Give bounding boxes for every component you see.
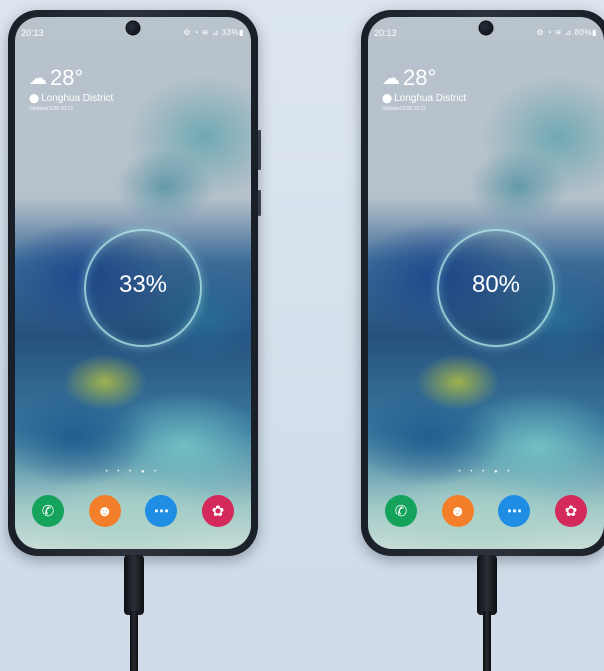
cloud-icon: ☁ xyxy=(29,68,47,88)
charge-percentage: 80% xyxy=(471,271,521,298)
status-icons: ⚙ ◔ ≋ ⊿ 33%▮ xyxy=(183,28,244,37)
phone-left: 20:13 ⚙ ◔ ≋ ⊿ 33%▮ ☁ 28° ⬤ Longhua Distr… xyxy=(8,10,261,556)
power-button xyxy=(258,190,261,216)
weather-temperature: 28° xyxy=(50,65,84,90)
phone-screen: 20:13 ⚙ ◔ ≋ ⊿ 80%▮ ☁ 28° ⬤ Longhua Distr… xyxy=(368,17,604,549)
messages-icon[interactable]: ⋯ xyxy=(498,495,531,527)
phone-icon[interactable]: ✆ xyxy=(385,495,417,527)
cloud-icon: ☁ xyxy=(382,68,400,88)
status-time: 20:13 xyxy=(21,28,44,38)
location-pin-icon: ⬤ xyxy=(382,93,393,103)
status-time: 20:13 xyxy=(374,28,397,38)
front-camera xyxy=(127,22,139,34)
phone-icon[interactable]: ✆ xyxy=(32,495,64,527)
weather-location: Longhua District xyxy=(41,93,114,104)
usb-c-plug xyxy=(477,555,497,615)
charging-ring: 80% xyxy=(437,229,555,347)
product-photo: 20:13 ⚙ ◔ ≋ ⊿ 33%▮ ☁ 28° ⬤ Longhua Distr… xyxy=(0,0,604,671)
volume-button xyxy=(258,130,261,170)
contacts-icon[interactable]: ☻ xyxy=(88,495,121,527)
app-dock: ✆ ☻ ⋯ ✿ xyxy=(32,495,234,527)
cable-cord xyxy=(483,611,491,671)
charge-percentage: 33% xyxy=(118,271,168,298)
page-indicator: • • • ● • xyxy=(458,469,514,475)
front-camera xyxy=(480,22,492,34)
usb-c-cable xyxy=(124,555,144,671)
cable-cord xyxy=(130,611,138,671)
charging-ring: 33% xyxy=(84,229,202,347)
phone-screen: 20:13 ⚙ ◔ ≋ ⊿ 33%▮ ☁ 28° ⬤ Longhua Distr… xyxy=(15,17,251,549)
weather-widget[interactable]: ☁ 28° ⬤ Longhua District Updated 5/28 20… xyxy=(382,65,467,113)
location-pin-icon: ⬤ xyxy=(29,93,40,103)
status-icons: ⚙ ◔ ≋ ⊿ 80%▮ xyxy=(536,28,597,37)
weather-updated: Updated 5/28 20:12 xyxy=(29,106,73,112)
messages-icon[interactable]: ⋯ xyxy=(145,495,178,527)
weather-temperature: 28° xyxy=(403,65,437,90)
usb-c-plug xyxy=(124,555,144,615)
gallery-icon[interactable]: ✿ xyxy=(554,495,587,527)
weather-location: Longhua District xyxy=(394,93,467,104)
weather-updated: Updated 5/28 20:12 xyxy=(382,106,426,112)
page-indicator: • • • ● • xyxy=(105,469,161,475)
contacts-icon[interactable]: ☻ xyxy=(441,495,474,527)
gallery-icon[interactable]: ✿ xyxy=(201,495,234,527)
weather-widget[interactable]: ☁ 28° ⬤ Longhua District Updated 5/28 20… xyxy=(29,65,114,113)
app-dock: ✆ ☻ ⋯ ✿ xyxy=(385,495,587,527)
phone-right: 20:13 ⚙ ◔ ≋ ⊿ 80%▮ ☁ 28° ⬤ Longhua Distr… xyxy=(361,10,604,556)
usb-c-cable xyxy=(477,555,497,671)
